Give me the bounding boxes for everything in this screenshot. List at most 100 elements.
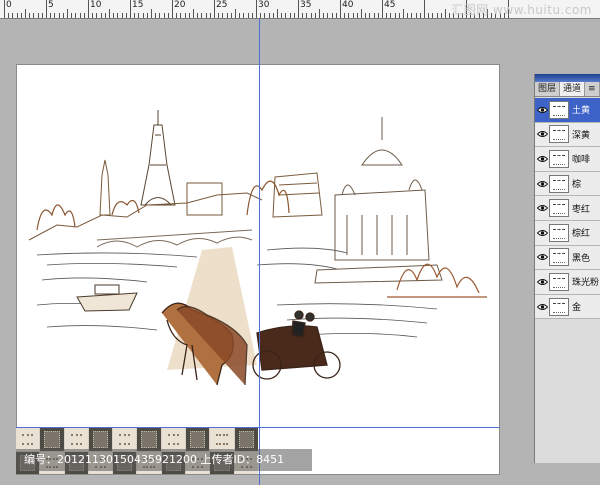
eye-icon[interactable] (535, 98, 549, 122)
channel-name: 黑色 (572, 253, 591, 264)
ruler-label: 25 (216, 0, 228, 10)
ruler-tick (214, 0, 215, 18)
ruler-tick (100, 13, 102, 18)
channel-list: 土黄深黄咖啡棕枣红棕红黑色珠光粉金 (535, 98, 600, 320)
eye-icon[interactable] (535, 122, 549, 146)
ruler-tick (440, 13, 442, 18)
ruler-label: 15 (132, 0, 144, 10)
ruler-tick (264, 13, 266, 18)
ruler-tick (272, 13, 274, 18)
pattern-tile (64, 428, 88, 451)
ruler-label: 30 (258, 0, 270, 10)
ruler-tick (130, 0, 131, 18)
channel-name: 枣红 (572, 204, 591, 215)
ruler-tick (298, 0, 299, 18)
channel-row[interactable]: 咖啡 (535, 147, 600, 172)
left-cityscape-drawing (28, 159, 323, 241)
tab-paths[interactable]: ≡ (585, 82, 600, 96)
ruler-tick (104, 13, 106, 18)
ruler-label: 5 (48, 0, 54, 10)
channel-name: 咖啡 (572, 155, 591, 166)
ruler-tick (151, 9, 152, 18)
ruler-tick (428, 13, 430, 18)
eye-icon[interactable] (535, 270, 549, 294)
tab-layers[interactable]: 图层 (535, 82, 561, 96)
eye-icon[interactable] (535, 147, 549, 171)
channel-thumbnail (549, 174, 569, 193)
ruler-tick (293, 13, 295, 18)
ruler-tick (205, 13, 207, 18)
channel-thumbnail (549, 100, 569, 119)
ruler-tick (62, 13, 64, 18)
channel-name: 深黄 (572, 130, 591, 141)
ruler-tick (377, 13, 379, 18)
ruler-tick (46, 0, 47, 18)
channel-name: 金 (572, 303, 582, 314)
ruler-tick (142, 13, 144, 18)
ruler-tick (222, 13, 224, 18)
channel-row[interactable]: 深黄 (535, 122, 600, 148)
ruler-tick (243, 13, 245, 18)
eye-icon[interactable] (535, 221, 549, 245)
ruler-tick (335, 13, 337, 18)
channels-panel: 图层 通道 ≡ 土黄深黄咖啡棕枣红棕红黑色珠光粉金 (534, 74, 600, 463)
channel-row[interactable]: 金 (535, 294, 600, 320)
pattern-tile (16, 428, 40, 451)
ruler-tick (209, 13, 211, 18)
ruler-tick (285, 13, 287, 18)
ruler-tick (369, 13, 371, 18)
channel-thumbnail (549, 223, 569, 242)
channel-name: 棕红 (572, 229, 591, 240)
ruler-tick (201, 13, 203, 18)
panel-title-bar[interactable] (535, 74, 600, 82)
channel-row[interactable]: 土黄 (535, 98, 600, 123)
ruler-tick (230, 13, 232, 18)
channel-row[interactable]: 棕红 (535, 220, 600, 246)
ruler-tick (260, 13, 262, 18)
eye-icon[interactable] (535, 196, 549, 220)
ruler-tick (382, 0, 383, 18)
ruler-tick (176, 13, 178, 18)
ruler-tick (235, 9, 236, 18)
ruler-tick (445, 9, 446, 18)
ruler-tick (407, 13, 409, 18)
channel-row[interactable]: 黑色 (535, 245, 600, 271)
channel-row[interactable]: 棕 (535, 171, 600, 197)
eiffel-tower-drawing (140, 110, 176, 206)
ruler-tick (403, 9, 404, 18)
ruler-tick (16, 13, 18, 18)
eye-icon[interactable] (535, 172, 549, 196)
ruler-tick (58, 13, 60, 18)
ruler-tick (12, 13, 14, 18)
eye-icon[interactable] (535, 245, 549, 269)
ruler-tick (134, 13, 136, 18)
pattern-tile (210, 428, 234, 451)
eye-icon[interactable] (535, 295, 549, 319)
document-canvas[interactable] (16, 64, 500, 475)
ruler-label: 35 (300, 0, 312, 10)
panel-tabs: 图层 通道 ≡ (535, 82, 600, 97)
ruler-tick (323, 13, 325, 18)
ruler-tick (239, 13, 241, 18)
tab-channels[interactable]: 通道 (560, 82, 586, 96)
vertical-guide[interactable] (259, 18, 260, 485)
ruler-tick (436, 13, 438, 18)
ruler-tick (71, 13, 73, 18)
ruler-tick (188, 13, 190, 18)
ruler-tick (37, 13, 39, 18)
channel-row[interactable]: 珠光粉 (535, 270, 600, 295)
ruler-tick (251, 13, 253, 18)
ruler-tick (398, 13, 400, 18)
channel-name: 珠光粉 (572, 278, 600, 289)
ruler-tick (310, 13, 312, 18)
channel-row[interactable]: 枣红 (535, 196, 600, 221)
ruler-tick (41, 13, 43, 18)
pattern-tile (234, 428, 258, 451)
channel-thumbnail (549, 272, 569, 291)
trees-drawing (36, 180, 290, 231)
ruler-tick (20, 13, 22, 18)
ruler-tick (96, 13, 98, 18)
ruler-tick (155, 13, 157, 18)
ruler-tick (281, 13, 283, 18)
channel-thumbnail (549, 248, 569, 267)
